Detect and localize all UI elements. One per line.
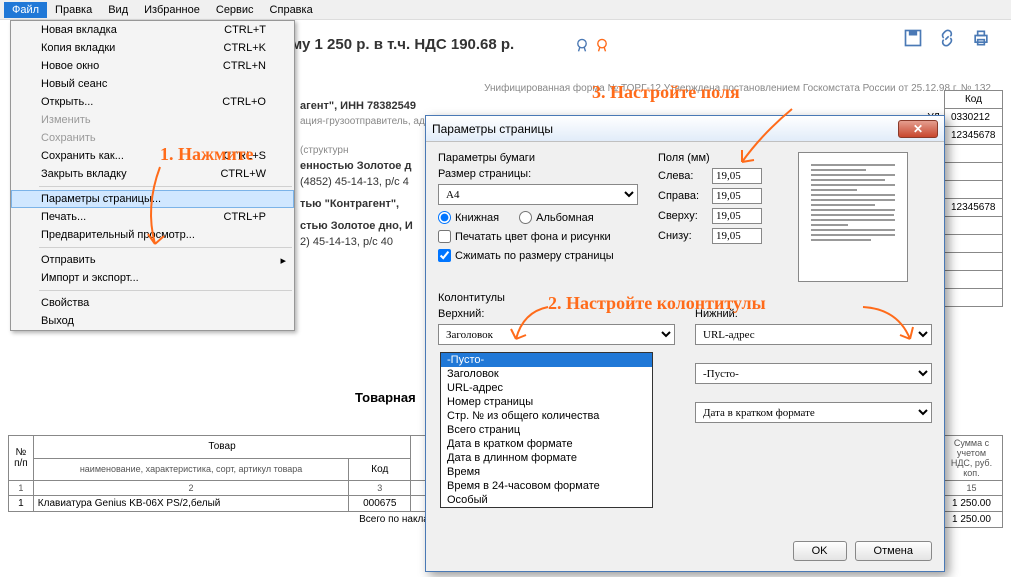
menu-save-as[interactable]: Сохранить как...CTRL+S [11,147,294,165]
file-dropdown: Новая вкладкаCTRL+T Копия вкладкиCTRL+K … [10,20,295,331]
menu-exit[interactable]: Выход [11,312,294,330]
close-icon: ✕ [913,122,923,136]
cancel-button[interactable]: Отмена [855,541,932,561]
margin-bottom-input[interactable] [712,228,762,244]
menu-copy-tab[interactable]: Копия вкладкиCTRL+K [11,39,294,57]
print-bg-check[interactable] [438,230,451,243]
save-icon[interactable] [903,28,923,48]
menu-save: Сохранить [11,129,294,147]
print-icon[interactable] [971,28,991,48]
margin-left-label: Слева: [658,170,706,182]
dialog-title: Параметры страницы [432,122,553,136]
page-preview [798,152,908,282]
chevron-right-icon: ▸ [280,254,286,267]
menu-favorites[interactable]: Избранное [136,2,208,18]
ok-button[interactable]: OK [793,541,847,561]
menu-edit[interactable]: Правка [47,2,100,18]
margin-top-label: Сверху: [658,210,706,222]
paper-params-label: Параметры бумаги [438,152,638,164]
list-item[interactable]: Всего страниц [441,423,652,437]
margin-right-label: Справа: [658,190,706,202]
margin-right-input[interactable] [712,188,762,204]
portrait-label: Книжная [455,212,499,224]
page-size-select[interactable]: A4 [438,184,638,205]
menu-close-tab[interactable]: Закрыть вкладкуCTRL+W [11,165,294,183]
doc-title: мму 1 250 р. в т.ч. НДС 190.68 р. [280,36,991,53]
menubar: Файл Правка Вид Избранное Сервис Справка [0,0,1011,20]
menu-print-preview[interactable]: Предварительный просмотр... [11,226,294,244]
list-item[interactable]: Время в 24-часовом формате [441,479,652,493]
menu-new-session[interactable]: Новый сеанс [11,75,294,93]
menu-view[interactable]: Вид [100,2,136,18]
menu-send[interactable]: Отправить▸ [11,251,294,269]
menu-new-window[interactable]: Новое окноCTRL+N [11,57,294,75]
header-bot-select[interactable]: URL-адрес [695,324,932,345]
close-button[interactable]: ✕ [898,120,938,138]
margin-top-input[interactable] [712,208,762,224]
page-size-label: Размер страницы: [438,168,638,180]
list-item[interactable]: Дата в длинном формате [441,451,652,465]
print-bg-label: Печатать цвет фона и рисунки [455,231,611,243]
list-item[interactable]: -Пусто- [441,353,652,367]
margin-left-input[interactable] [712,168,762,184]
menu-file[interactable]: Файл [4,2,47,18]
list-item[interactable]: Дата в кратком формате [441,437,652,451]
menu-page-setup[interactable]: Параметры страницы... [11,190,294,208]
menu-tools[interactable]: Сервис [208,2,262,18]
menu-properties[interactable]: Свойства [11,294,294,312]
list-item[interactable]: Время [441,465,652,479]
doc-agent: агент", ИНН 78382549 [300,100,991,112]
menu-new-tab[interactable]: Новая вкладкаCTRL+T [11,21,294,39]
margins-label: Поля (мм) [658,152,778,164]
margin-bottom-label: Снизу: [658,230,706,242]
portrait-radio[interactable] [438,211,451,224]
list-item[interactable]: Номер страницы [441,395,652,409]
doc-tovarnaya: Товарная [355,390,416,405]
landscape-radio[interactable] [519,211,532,224]
link-icon[interactable] [937,28,957,48]
landscape-label: Альбомная [536,212,594,224]
menu-help[interactable]: Справка [262,2,321,18]
list-item[interactable]: Заголовок [441,367,652,381]
menu-open[interactable]: Открыть...CTRL+O [11,93,294,111]
shrink-label: Сжимать по размеру страницы [455,250,614,262]
header-top-select[interactable]: Заголовок [438,324,675,345]
list-item[interactable]: URL-адрес [441,381,652,395]
menu-import-export[interactable]: Импорт и экспорт... [11,269,294,287]
header-bot-select-2[interactable]: -Пусто- [695,363,932,384]
headers-label: Колонтитулы [438,292,932,304]
shrink-check[interactable] [438,249,451,262]
header-bot-label: Нижний: [695,308,932,320]
header-top-label: Верхний: [438,308,675,320]
menu-edit-item: Изменить [11,111,294,129]
menu-print[interactable]: Печать...CTRL+P [11,208,294,226]
list-item[interactable]: Стр. № из общего количества [441,409,652,423]
list-item[interactable]: Особый [441,493,652,507]
header-bot-select-3[interactable]: Дата в кратком формате [695,402,932,423]
header-options-list: -Пусто- Заголовок URL-адрес Номер страни… [440,352,653,508]
